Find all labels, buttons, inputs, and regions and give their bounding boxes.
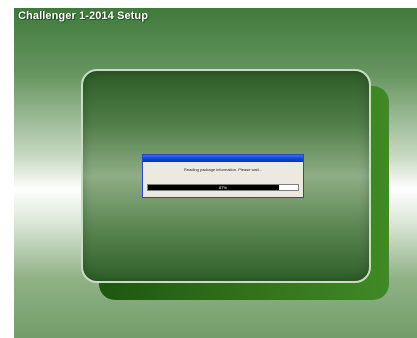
setup-title: Challenger 1-2014 Setup	[18, 10, 149, 22]
dialog-titlebar	[143, 155, 303, 162]
progress-dialog: Reading package information. Please wait…	[142, 154, 304, 198]
status-message: Reading package information. Please wait…	[183, 167, 263, 172]
progress-bar: 87%	[147, 184, 299, 191]
progress-label: 87%	[218, 185, 227, 190]
installer-screen: Challenger 1-2014 Setup Reading package …	[14, 8, 417, 338]
